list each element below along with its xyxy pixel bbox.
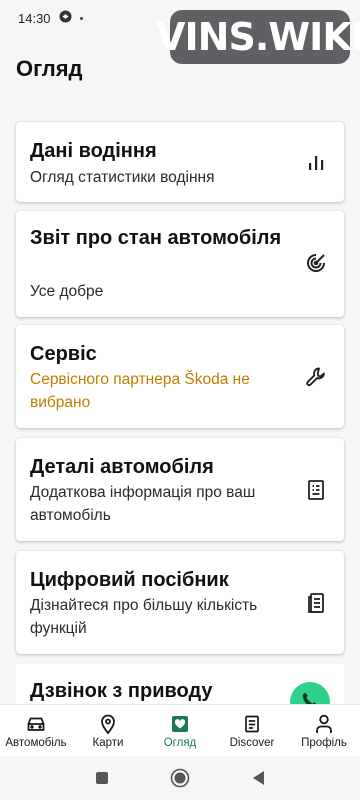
card-title: Дані водіння xyxy=(30,140,157,162)
system-navigation-bar xyxy=(0,756,360,800)
nav-label: Профіль xyxy=(301,737,347,749)
card-subtitle: Додаткова інформація про ваш автомобіль xyxy=(30,484,256,524)
status-time: 14:30 xyxy=(18,10,51,26)
nav-item-profile[interactable]: Профіль xyxy=(288,705,360,756)
document-list-icon xyxy=(304,478,328,502)
card-driving-data[interactable]: Дані водіння Огляд статистики водіння xyxy=(16,122,344,202)
card-title: Цифровий посібник xyxy=(30,569,229,591)
nav-item-overview[interactable]: Огляд xyxy=(144,705,216,756)
card-digital-manual[interactable]: Цифровий посібник Дізнайтеся про більшу … xyxy=(16,551,344,654)
card-subtitle: Дізнайтеся про більшу кількість функцій xyxy=(30,597,258,637)
car-icon xyxy=(25,714,47,734)
home-button[interactable] xyxy=(170,768,190,788)
map-pin-icon xyxy=(97,714,119,734)
card-title: Звіт про стан автомобіля xyxy=(30,227,282,249)
person-icon xyxy=(313,714,335,734)
news-icon xyxy=(241,714,263,734)
manual-book-icon xyxy=(304,591,328,615)
nav-item-maps[interactable]: Карти xyxy=(72,705,144,756)
back-button[interactable] xyxy=(248,768,268,788)
nav-label: Огляд xyxy=(163,737,197,749)
nav-item-discover[interactable]: Discover xyxy=(216,705,288,756)
card-service[interactable]: Сервіс Сервісного партнера Škoda не вибр… xyxy=(16,325,344,428)
card-subtitle: Огляд статистики водіння xyxy=(30,169,215,186)
bar-chart-icon xyxy=(304,151,328,175)
card-vehicle-details[interactable]: Деталі автомобіля Додаткова інформація п… xyxy=(16,438,344,541)
heart-shield-icon xyxy=(169,714,191,734)
bottom-navigation: Автомобіль Карти Огляд Discover Профіль xyxy=(0,704,360,756)
card-title: Деталі автомобіля xyxy=(30,456,214,478)
recents-button[interactable] xyxy=(92,768,112,788)
card-title: Сервіс xyxy=(30,343,97,365)
sync-status-icon xyxy=(59,10,72,26)
card-subtitle: Усе добре xyxy=(30,283,104,300)
page-title: Огляд xyxy=(16,56,83,81)
notification-dot-icon xyxy=(79,16,83,20)
card-title: Дзвінок з приводу xyxy=(30,680,213,702)
card-subtitle-warning: Сервісного партнера Škoda не вибрано xyxy=(30,371,250,411)
nav-label: Discover xyxy=(229,737,275,749)
card-vehicle-health-report[interactable]: Звіт про стан автомобіля Усе добре xyxy=(16,211,344,317)
nav-item-vehicle[interactable]: Автомобіль xyxy=(0,705,72,756)
watermark-logo: VINS.WIKI xyxy=(156,10,360,64)
radar-target-icon xyxy=(304,251,328,275)
wrench-icon xyxy=(304,365,328,389)
nav-label: Автомобіль xyxy=(5,737,67,749)
nav-label: Карти xyxy=(92,737,124,749)
